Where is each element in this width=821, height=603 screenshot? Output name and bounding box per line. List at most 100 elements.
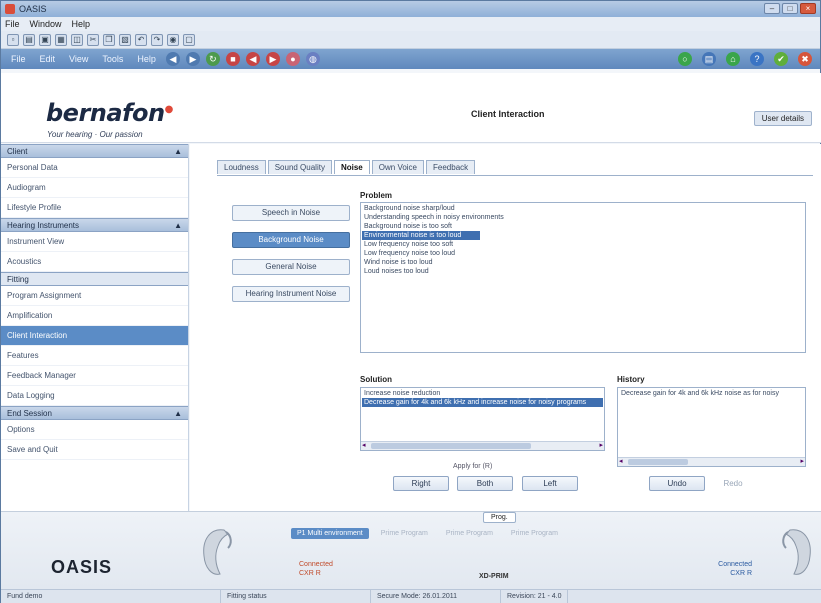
check-icon[interactable]: ✔ xyxy=(774,52,788,66)
left-arrow-icon[interactable]: ◀ xyxy=(245,52,260,66)
sidebar-item-audiogram[interactable]: Audiogram xyxy=(1,178,188,198)
sidebar-item-amplification[interactable]: Amplification xyxy=(1,306,188,326)
close-button[interactable]: × xyxy=(800,3,816,14)
history-scrollbar[interactable]: ◂ ▸ xyxy=(618,457,805,466)
sidebar-section-hearing-instruments[interactable]: Hearing Instruments ▲ xyxy=(1,218,188,232)
camera-icon[interactable]: ◉ xyxy=(167,33,179,46)
menu-dropdown-tools[interactable]: Tools xyxy=(98,53,127,65)
menu-file[interactable]: File xyxy=(5,19,20,29)
back-icon[interactable]: ◀ xyxy=(165,52,180,66)
sidebar-section-client[interactable]: Client ▲ xyxy=(1,144,188,158)
sidebar-section-fitting[interactable]: Fitting xyxy=(1,272,188,286)
list-item[interactable]: Low frequency noise too loud xyxy=(362,249,804,258)
sidebar-item-lifestyle-profile[interactable]: Lifestyle Profile xyxy=(1,198,188,218)
refresh-icon[interactable]: ↻ xyxy=(205,52,220,66)
apply-left-button[interactable]: Left xyxy=(522,476,578,491)
right-arrow-icon[interactable]: ▶ xyxy=(265,52,280,66)
save-icon[interactable]: ▣ xyxy=(39,33,51,46)
tab-noise[interactable]: Noise xyxy=(333,160,370,174)
left-hearing-aid-icon[interactable] xyxy=(196,526,236,578)
scroll-right-icon[interactable]: ▸ xyxy=(800,458,804,466)
sidebar-section-end-session[interactable]: End Session ▲ xyxy=(1,406,188,420)
tab-feedback[interactable]: Feedback xyxy=(426,160,476,174)
list-item[interactable]: Increase noise reduction xyxy=(362,389,603,398)
sidebar-item-personal-data[interactable]: Personal Data xyxy=(1,158,188,178)
cut-icon[interactable]: ✂ xyxy=(87,33,99,46)
sidebar-item-data-logging[interactable]: Data Logging xyxy=(1,386,188,406)
undo-button[interactable]: Undo xyxy=(649,476,705,491)
solution-scrollbar[interactable]: ◂ ▸ xyxy=(361,441,604,450)
scroll-left-icon[interactable]: ◂ xyxy=(619,458,623,466)
list-item-selected[interactable]: Decrease gain for 4k and 6k kHz and incr… xyxy=(362,398,603,407)
scroll-thumb[interactable] xyxy=(371,443,531,449)
forward-icon[interactable]: ▶ xyxy=(185,52,200,66)
list-item-selected[interactable]: Environmental noise is too loud xyxy=(362,231,480,240)
list-item[interactable]: Low frequency noise too soft xyxy=(362,240,804,249)
minimize-button[interactable]: – xyxy=(764,3,780,14)
sidebar-item-instrument-view[interactable]: Instrument View xyxy=(1,232,188,252)
right-hearing-aid-icon[interactable] xyxy=(778,526,818,578)
list-item[interactable]: Background noise is too soft xyxy=(362,222,804,231)
sidebar-item-acoustics[interactable]: Acoustics xyxy=(1,252,188,272)
preview-icon[interactable]: ◫ xyxy=(71,33,83,46)
user-details-button[interactable]: User details xyxy=(753,111,812,126)
program-4[interactable]: Prime Program xyxy=(505,528,564,539)
sidebar-item-feedback-manager[interactable]: Feedback Manager xyxy=(1,366,188,386)
copy-icon[interactable]: ❐ xyxy=(103,33,115,46)
menu-dropdown-file[interactable]: File xyxy=(7,53,30,65)
program-button[interactable]: Prog. xyxy=(483,512,516,523)
sidebar-item-program-assignment[interactable]: Program Assignment xyxy=(1,286,188,306)
redo-icon[interactable]: ↷ xyxy=(151,33,163,46)
solution-list[interactable]: Increase noise reduction Decrease gain f… xyxy=(360,387,605,451)
globe-icon[interactable]: ◍ xyxy=(305,52,320,66)
hearing-instrument-noise-button[interactable]: Hearing Instrument Noise xyxy=(232,286,350,302)
apply-right-button[interactable]: Right xyxy=(393,476,449,491)
program-3[interactable]: Prime Program xyxy=(440,528,499,539)
exit-icon[interactable]: ✖ xyxy=(798,52,812,66)
speech-in-noise-button[interactable]: Speech in Noise xyxy=(232,205,350,221)
help-icon[interactable]: ? xyxy=(750,52,764,66)
list-item[interactable]: Background noise sharp/loud xyxy=(362,204,804,213)
problem-list[interactable]: Background noise sharp/loud Understandin… xyxy=(360,202,806,353)
apply-both-button[interactable]: Both xyxy=(457,476,513,491)
list-item[interactable]: Understanding speech in noisy environmen… xyxy=(362,213,804,222)
menu-dropdown-view[interactable]: View xyxy=(65,53,92,65)
sidebar-item-client-interaction[interactable]: Client Interaction xyxy=(1,326,188,346)
program-list: P1 Multi environment Prime Program Prime… xyxy=(291,528,564,539)
tab-own-voice[interactable]: Own Voice xyxy=(371,160,425,174)
stop-icon[interactable]: ■ xyxy=(225,52,240,66)
scroll-thumb[interactable] xyxy=(628,459,688,465)
left-connection-status: Connected CXR R xyxy=(299,560,333,578)
tab-loudness[interactable]: Loudness xyxy=(217,160,266,174)
record-icon[interactable]: ● xyxy=(285,52,300,66)
list-item[interactable]: Loud noises too loud xyxy=(362,267,804,276)
scroll-right-icon[interactable]: ▸ xyxy=(599,442,603,450)
list-item[interactable]: Wind noise is too loud xyxy=(362,258,804,267)
print-icon[interactable]: ▦ xyxy=(55,33,67,46)
connect-icon[interactable]: ○ xyxy=(678,52,692,66)
menu-dropdown-help[interactable]: Help xyxy=(133,53,160,65)
menu-dropdown-edit[interactable]: Edit xyxy=(36,53,60,65)
tab-sound-quality[interactable]: Sound Quality xyxy=(267,160,332,174)
background-noise-button[interactable]: Background Noise xyxy=(232,232,350,248)
sidebar-item-features[interactable]: Features xyxy=(1,346,188,366)
home-icon[interactable]: ⌂ xyxy=(726,52,740,66)
scroll-left-icon[interactable]: ◂ xyxy=(362,442,366,450)
maximize-button[interactable]: □ xyxy=(782,3,798,14)
brand-slogan: Your hearing · Our passion xyxy=(47,130,143,139)
undo-icon[interactable]: ↶ xyxy=(135,33,147,46)
sidebar-item-save-and-quit[interactable]: Save and Quit xyxy=(1,440,188,460)
history-list[interactable]: Decrease gain for 4k and 6k kHz noise as… xyxy=(617,387,806,467)
program-2[interactable]: Prime Program xyxy=(375,528,434,539)
window-icon[interactable]: ▢ xyxy=(183,33,195,46)
print-session-icon[interactable]: ▤ xyxy=(702,52,716,66)
sidebar-item-options[interactable]: Options xyxy=(1,420,188,440)
general-noise-button[interactable]: General Noise xyxy=(232,259,350,275)
paste-icon[interactable]: ▧ xyxy=(119,33,131,46)
list-item[interactable]: Decrease gain for 4k and 6k kHz noise as… xyxy=(619,389,804,398)
new-icon[interactable]: ▫ xyxy=(7,33,19,46)
menu-help[interactable]: Help xyxy=(72,19,91,29)
menu-window[interactable]: Window xyxy=(30,19,62,29)
open-icon[interactable]: ▤ xyxy=(23,33,35,46)
program-1[interactable]: P1 Multi environment xyxy=(291,528,369,539)
